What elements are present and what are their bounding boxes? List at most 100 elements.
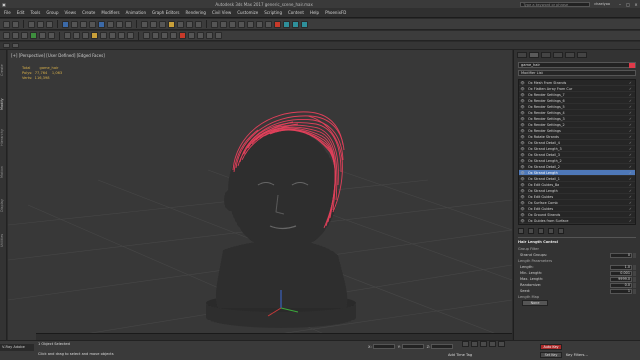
modifier-visibility-icon[interactable]: 👁 bbox=[519, 141, 526, 145]
plugin-icon[interactable] bbox=[170, 32, 177, 39]
menu-rendering[interactable]: Rendering bbox=[186, 10, 206, 15]
modifier-visibility-icon[interactable]: 👁 bbox=[519, 195, 526, 199]
modifier-visibility-icon[interactable]: 👁 bbox=[519, 153, 526, 157]
modifier-enabled-icon[interactable]: ✓ bbox=[629, 225, 635, 226]
tab-hierarchy[interactable]: Hierarchy bbox=[0, 122, 7, 154]
utilities-tab-icon[interactable] bbox=[577, 52, 587, 58]
modifier-enabled-icon[interactable]: ✓ bbox=[629, 153, 635, 157]
space-warp-icon[interactable] bbox=[118, 32, 125, 39]
scatter-icon[interactable] bbox=[30, 32, 37, 39]
perspective-viewport[interactable] bbox=[8, 50, 512, 340]
undo-icon[interactable] bbox=[3, 20, 10, 28]
material-editor-icon[interactable] bbox=[274, 20, 281, 28]
play-animation-icon[interactable] bbox=[480, 341, 487, 347]
modifier-enabled-icon[interactable]: ✓ bbox=[629, 207, 635, 211]
modifier-enabled-icon[interactable]: ✓ bbox=[629, 93, 635, 97]
param-input[interactable]: 0.0 bbox=[610, 282, 632, 288]
redo-icon[interactable] bbox=[12, 20, 19, 28]
modifier-visibility-icon[interactable]: 👁 bbox=[519, 213, 526, 217]
modifier-enabled-icon[interactable]: ✓ bbox=[629, 183, 635, 187]
snaps-toggle-icon[interactable] bbox=[168, 20, 175, 28]
modifier-enabled-icon[interactable]: ✓ bbox=[629, 195, 635, 199]
modifier-enabled-icon[interactable]: ✓ bbox=[629, 147, 635, 151]
set-key-button[interactable]: Set Key bbox=[540, 352, 562, 358]
go-to-end-icon[interactable] bbox=[498, 341, 505, 347]
tab-create[interactable]: Create bbox=[0, 54, 7, 86]
window-crossing-icon[interactable] bbox=[89, 20, 96, 28]
time-slider[interactable] bbox=[36, 333, 512, 340]
light-icon[interactable] bbox=[91, 32, 98, 39]
pin-stack-icon[interactable] bbox=[518, 228, 524, 234]
place-icon[interactable] bbox=[125, 20, 132, 28]
close-icon[interactable]: × bbox=[632, 2, 640, 7]
helper-icon[interactable] bbox=[109, 32, 116, 39]
named-selection-icon[interactable] bbox=[211, 20, 218, 28]
menu-graph-editors[interactable]: Graph Editors bbox=[152, 10, 179, 15]
menu-civil-view[interactable]: Civil View bbox=[212, 10, 231, 15]
modifier-visibility-icon[interactable]: 👁 bbox=[519, 183, 526, 187]
previous-frame-icon[interactable] bbox=[471, 341, 478, 347]
modifier-enabled-icon[interactable]: ✓ bbox=[629, 117, 635, 121]
menu-customize[interactable]: Customize bbox=[237, 10, 258, 15]
menu-animation[interactable]: Animation bbox=[126, 10, 146, 15]
systems-icon[interactable] bbox=[127, 32, 134, 39]
plugin-icon[interactable] bbox=[143, 32, 150, 39]
param-input[interactable]: 1 bbox=[610, 288, 632, 294]
modifier-enabled-icon[interactable]: ✓ bbox=[629, 219, 635, 223]
modifier-visibility-icon[interactable]: 👁 bbox=[519, 177, 526, 181]
modifier-visibility-icon[interactable]: 👁 bbox=[519, 117, 526, 121]
camera-icon[interactable] bbox=[100, 32, 107, 39]
user-name[interactable]: chaelyoo bbox=[594, 2, 610, 6]
show-end-result-icon[interactable] bbox=[528, 228, 534, 234]
configure-modifier-sets-icon[interactable] bbox=[558, 228, 564, 234]
schematic-view-icon[interactable] bbox=[265, 20, 272, 28]
select-manipulate-icon[interactable] bbox=[159, 20, 166, 28]
bind-space-warp-icon[interactable] bbox=[46, 20, 53, 28]
modifier-visibility-icon[interactable]: 👁 bbox=[519, 189, 526, 193]
modifier-visibility-icon[interactable]: 👁 bbox=[519, 111, 526, 115]
modifier-enabled-icon[interactable]: ✓ bbox=[629, 123, 635, 127]
render-production-icon[interactable] bbox=[301, 20, 308, 28]
rendered-frame-window-icon[interactable] bbox=[292, 20, 299, 28]
vray-render-icon[interactable] bbox=[179, 32, 186, 39]
percent-snap-icon[interactable] bbox=[186, 20, 193, 28]
vray-light-icon[interactable] bbox=[197, 32, 204, 39]
curve-editor-icon[interactable] bbox=[256, 20, 263, 28]
minimize-icon[interactable]: – bbox=[616, 2, 624, 7]
modifier-visibility-icon[interactable]: 👁 bbox=[519, 93, 526, 97]
modifier-enabled-icon[interactable]: ✓ bbox=[629, 105, 635, 109]
param-input[interactable]: 0.001 bbox=[610, 270, 632, 276]
xref-icon[interactable] bbox=[21, 32, 28, 39]
reference-coordinate-icon[interactable] bbox=[141, 20, 148, 28]
array-icon[interactable] bbox=[39, 32, 46, 39]
modifier-enabled-icon[interactable]: ✓ bbox=[629, 177, 635, 181]
param-input[interactable]: 1.0 bbox=[610, 264, 632, 270]
motion-tab-icon[interactable] bbox=[553, 52, 563, 58]
unlink-icon[interactable] bbox=[37, 20, 44, 28]
menu-scripting[interactable]: Scripting bbox=[264, 10, 282, 15]
modifier-enabled-icon[interactable]: ✓ bbox=[629, 81, 635, 85]
hierarchy-tab-icon[interactable] bbox=[541, 52, 551, 58]
go-to-start-icon[interactable] bbox=[462, 341, 469, 347]
modifier-enabled-icon[interactable]: ✓ bbox=[629, 165, 635, 169]
next-frame-icon[interactable] bbox=[489, 341, 496, 347]
maximize-icon[interactable]: □ bbox=[624, 2, 632, 7]
spinner-icon[interactable] bbox=[633, 276, 636, 282]
menu-views[interactable]: Views bbox=[65, 10, 77, 15]
key-filters-button[interactable]: Key Filters... bbox=[566, 353, 588, 357]
modifier-visibility-icon[interactable]: 👁 bbox=[519, 123, 526, 127]
scale-icon[interactable] bbox=[116, 20, 123, 28]
scene-explorer-icon[interactable] bbox=[247, 20, 254, 28]
menu-tools[interactable]: Tools bbox=[30, 10, 40, 15]
plugin-icon[interactable] bbox=[161, 32, 168, 39]
modifier-enabled-icon[interactable]: ✓ bbox=[629, 87, 635, 91]
menu-help[interactable]: Help bbox=[310, 10, 319, 15]
ribbon-icon[interactable] bbox=[12, 43, 19, 48]
create-tab-icon[interactable] bbox=[517, 52, 527, 58]
modifier-list-dropdown[interactable]: Modifier List bbox=[518, 70, 636, 76]
container-icon[interactable] bbox=[3, 32, 10, 39]
rollout-title[interactable]: Hair Length Control bbox=[518, 238, 636, 246]
modifier-visibility-icon[interactable]: 👁 bbox=[519, 207, 526, 211]
maxscript-listener[interactable]: V-Ray Adobe bbox=[0, 344, 34, 351]
viewport-label[interactable]: [+] [Perspective] [User Defined] [Edged … bbox=[11, 53, 105, 58]
